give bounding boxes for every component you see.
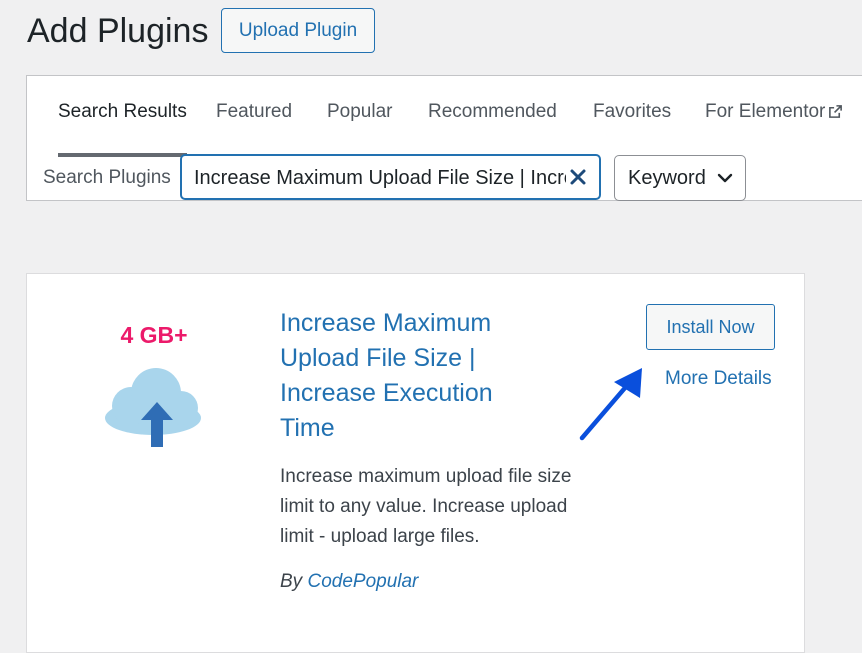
cloud-upload-icon	[105, 368, 201, 447]
external-link-icon	[828, 103, 843, 125]
plugin-tabs: Search Results Featured Popular Recommen…	[27, 76, 862, 157]
search-plugins-label: Search Plugins	[43, 167, 171, 188]
search-type-value: Keyword	[628, 167, 706, 189]
tab-recommended[interactable]: Recommended	[428, 101, 557, 157]
tab-search-results[interactable]: Search Results	[58, 101, 187, 157]
plugin-description: Increase maximum upload file size limit …	[280, 466, 572, 547]
search-type-select[interactable]: Keyword	[614, 155, 746, 201]
search-input[interactable]: Increase Maximum Upload File Size | Incr…	[180, 154, 601, 200]
page-title: Add Plugins	[27, 12, 209, 50]
plugin-filter-panel: Search Results Featured Popular Recommen…	[26, 75, 862, 201]
upload-plugin-button[interactable]: Upload Plugin	[221, 8, 375, 53]
install-now-button[interactable]: Install Now	[646, 304, 775, 350]
plugin-name-link[interactable]: Increase Maximum Upload File Size | Incr…	[280, 306, 550, 446]
tab-favorites[interactable]: Favorites	[593, 101, 671, 157]
annotation-arrow-icon	[579, 368, 642, 441]
tab-featured[interactable]: Featured	[216, 101, 292, 157]
plugin-icon: 4 GB+	[99, 322, 209, 447]
more-details-link[interactable]: More Details	[665, 368, 772, 390]
plugin-author-link[interactable]: CodePopular	[307, 571, 418, 592]
tab-popular[interactable]: Popular	[327, 101, 393, 157]
plugin-icon-text: 4 GB+	[120, 322, 188, 348]
clear-search-icon[interactable]	[569, 168, 587, 186]
search-input-value[interactable]: Increase Maximum Upload File Size | Incr…	[194, 167, 566, 193]
plugin-card: 4 GB+ Increase Maximum Upload File Size …	[26, 273, 805, 653]
plugin-author: By CodePopular	[280, 571, 419, 592]
tab-for-elementor[interactable]: For Elementor	[705, 101, 843, 157]
chevron-down-icon	[717, 171, 733, 189]
